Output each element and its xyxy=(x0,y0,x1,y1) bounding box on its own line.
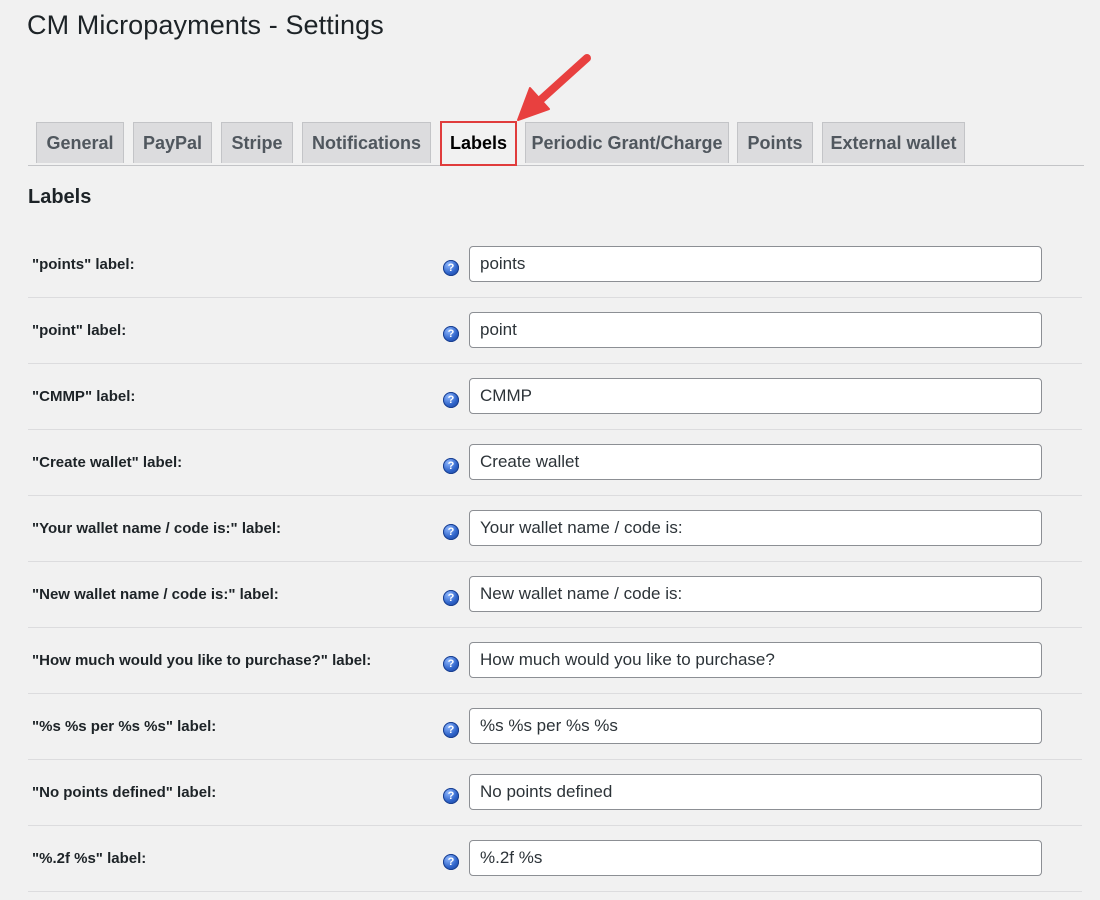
help-question-icon[interactable]: ? xyxy=(443,788,459,804)
create-wallet-label-input[interactable] xyxy=(469,444,1042,480)
field-label: "point" label: xyxy=(32,322,127,339)
new-wallet-name-label-input[interactable] xyxy=(469,576,1042,612)
field-label: "%.2f %s" label: xyxy=(32,850,147,867)
field-row-purchase-question: "How much would you like to purchase?" l… xyxy=(28,628,1082,694)
field-row-point: "point" label: ? xyxy=(28,298,1082,364)
section-heading: Labels xyxy=(28,186,92,208)
field-row-per-format: "%s %s per %s %s" label: ? xyxy=(28,694,1082,760)
your-wallet-name-label-input[interactable] xyxy=(469,510,1042,546)
purchase-question-label-input[interactable] xyxy=(469,642,1042,678)
help-question-icon[interactable]: ? xyxy=(443,590,459,606)
per-format-label-input[interactable] xyxy=(469,708,1042,744)
field-row-your-wallet-name: "Your wallet name / code is:" label: ? xyxy=(28,496,1082,562)
help-question-icon[interactable]: ? xyxy=(443,458,459,474)
help-question-icon[interactable]: ? xyxy=(443,524,459,540)
field-label: "Create wallet" label: xyxy=(32,454,183,471)
tab-paypal[interactable]: PayPal xyxy=(133,122,212,163)
help-question-icon[interactable]: ? xyxy=(443,260,459,276)
help-question-icon[interactable]: ? xyxy=(443,326,459,342)
labels-form: "points" label: ? "point" label: ? "CMMP… xyxy=(28,232,1082,892)
help-question-icon[interactable]: ? xyxy=(443,392,459,408)
point-label-input[interactable] xyxy=(469,312,1042,348)
field-label: "New wallet name / code is:" label: xyxy=(32,586,279,603)
float-format-label-input[interactable] xyxy=(469,840,1042,876)
cmmp-label-input[interactable] xyxy=(469,378,1042,414)
tab-labels[interactable]: Labels xyxy=(441,122,516,165)
field-row-new-wallet-name: "New wallet name / code is:" label: ? xyxy=(28,562,1082,628)
field-row-points: "points" label: ? xyxy=(28,232,1082,298)
tab-periodic-grant-charge[interactable]: Periodic Grant/Charge xyxy=(525,122,729,163)
help-question-icon[interactable]: ? xyxy=(443,722,459,738)
field-label: "%s %s per %s %s" label: xyxy=(32,718,217,735)
page-title: CM Micropayments - Settings xyxy=(27,10,384,40)
points-label-input[interactable] xyxy=(469,246,1042,282)
tab-stripe[interactable]: Stripe xyxy=(221,122,293,163)
help-question-icon[interactable]: ? xyxy=(443,854,459,870)
field-row-create-wallet: "Create wallet" label: ? xyxy=(28,430,1082,496)
field-label: "CMMP" label: xyxy=(32,388,136,405)
field-label: "How much would you like to purchase?" l… xyxy=(32,652,372,669)
tab-notifications[interactable]: Notifications xyxy=(302,122,431,163)
settings-page: CM Micropayments - Settings General PayP… xyxy=(0,0,1100,900)
help-question-icon[interactable]: ? xyxy=(443,656,459,672)
field-label: "points" label: xyxy=(32,256,135,273)
tab-general[interactable]: General xyxy=(36,122,124,163)
field-row-cmmp: "CMMP" label: ? xyxy=(28,364,1082,430)
no-points-defined-label-input[interactable] xyxy=(469,774,1042,810)
settings-tabs: General PayPal Stripe Notifications Labe… xyxy=(28,122,1084,166)
tab-points[interactable]: Points xyxy=(737,122,813,163)
field-row-float-format: "%.2f %s" label: ? xyxy=(28,826,1082,892)
field-label: "No points defined" label: xyxy=(32,784,217,801)
field-label: "Your wallet name / code is:" label: xyxy=(32,520,282,537)
field-row-no-points-defined: "No points defined" label: ? xyxy=(28,760,1082,826)
tab-external-wallet[interactable]: External wallet xyxy=(822,122,965,163)
